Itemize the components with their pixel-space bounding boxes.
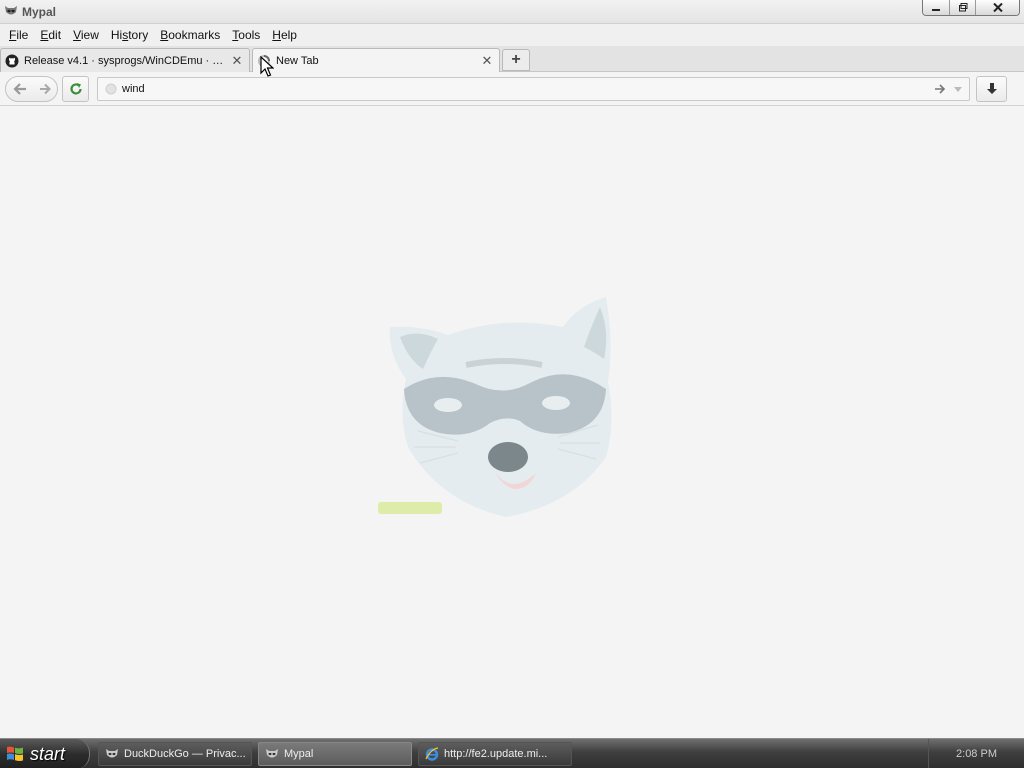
menu-tools[interactable]: Tools [226,24,266,46]
back-button[interactable] [6,77,33,101]
close-window-button[interactable] [975,0,1019,15]
menu-history[interactable]: History [105,24,154,46]
clock[interactable]: 2:08 PM [956,748,997,760]
tab-label: Release v4.1 · sysprogs/WinCDEmu · GitH.… [24,54,227,67]
windows-logo-icon [7,746,23,762]
close-tab-icon[interactable]: ✕ [231,54,243,67]
mypal-raccoon-icon [5,6,17,15]
forward-button[interactable] [34,77,56,101]
mypal-icon [266,749,278,758]
tab-new-tab[interactable]: New Tab ✕ [252,48,500,73]
start-label: start [30,743,66,764]
menu-label-part: elp [280,28,297,42]
plus-icon: + [511,51,521,68]
minimize-icon [932,8,940,11]
menu-bookmarks[interactable]: Bookmarks [154,24,226,46]
menu-label-part: ools [238,28,261,42]
window-controls [922,0,1020,16]
dropdown-arrow-icon[interactable] [951,82,965,96]
tab-strip: Release v4.1 · sysprogs/WinCDEmu · GitH.… [0,46,1024,73]
windows-taskbar: start DuckDuckGo — Privac... Mypal http:… [0,738,1024,768]
mouse-cursor-icon [260,56,274,77]
menu-label-part: dit [48,28,62,42]
navigation-bar [0,72,1024,106]
taskbar-item-label: DuckDuckGo — Privac... [124,748,246,760]
start-button[interactable]: start [0,739,90,768]
close-icon [992,3,1003,12]
page-content [0,107,1024,738]
taskbar-item-mypal[interactable]: Mypal [258,742,412,766]
menu-label-part: ookmarks [168,28,221,42]
internet-explorer-icon [425,747,439,761]
url-bar [97,77,970,101]
taskbar-item-duckduckgo[interactable]: DuckDuckGo — Privac... [98,742,252,766]
reload-button[interactable] [62,76,89,102]
taskbar-item-label: Mypal [284,748,314,760]
menu-edit[interactable]: Edit [34,24,67,46]
menu-file[interactable]: File [3,24,34,46]
close-tab-icon[interactable]: ✕ [481,54,493,67]
restore-button[interactable] [949,0,975,15]
back-arrow-icon [12,83,26,95]
menu-accelerator: H [272,28,281,42]
downloads-button[interactable] [976,76,1007,102]
menu-label-part: tory [128,28,149,42]
system-tray: 2:08 PM [928,739,1024,768]
new-tab-button[interactable]: + [502,49,530,71]
download-arrow-icon [986,83,997,94]
menu-accelerator: V [73,28,81,42]
back-forward-group [5,76,58,102]
menu-bar: File Edit View History Bookmarks Tools H… [0,24,1024,46]
site-identity-icon[interactable] [105,83,117,95]
tab-release-wincdemu[interactable]: Release v4.1 · sysprogs/WinCDEmu · GitH.… [0,48,250,72]
reload-icon [69,83,82,95]
minimize-button[interactable] [923,0,949,15]
title-bar: Mypal [0,0,1024,24]
tab-label: New Tab [276,55,319,67]
forward-arrow-icon [40,83,51,95]
logo-wordmark [378,502,442,514]
menu-help[interactable]: Help [266,24,303,46]
menu-label-part: ile [16,28,29,42]
window-title: Mypal [22,5,57,19]
mypal-raccoon-logo [378,297,612,517]
menu-label-part: iew [80,28,99,42]
menu-view[interactable]: View [67,24,105,46]
taskbar-item-update-page[interactable]: http://fe2.update.mi... [418,742,572,766]
menu-label-part: Hi [110,28,123,42]
mypal-icon [106,749,118,758]
github-icon [5,54,19,67]
restore-icon [958,3,967,12]
taskbar-item-label: http://fe2.update.mi... [444,748,548,760]
go-arrow-icon[interactable] [933,82,947,96]
url-input[interactable] [122,80,902,98]
